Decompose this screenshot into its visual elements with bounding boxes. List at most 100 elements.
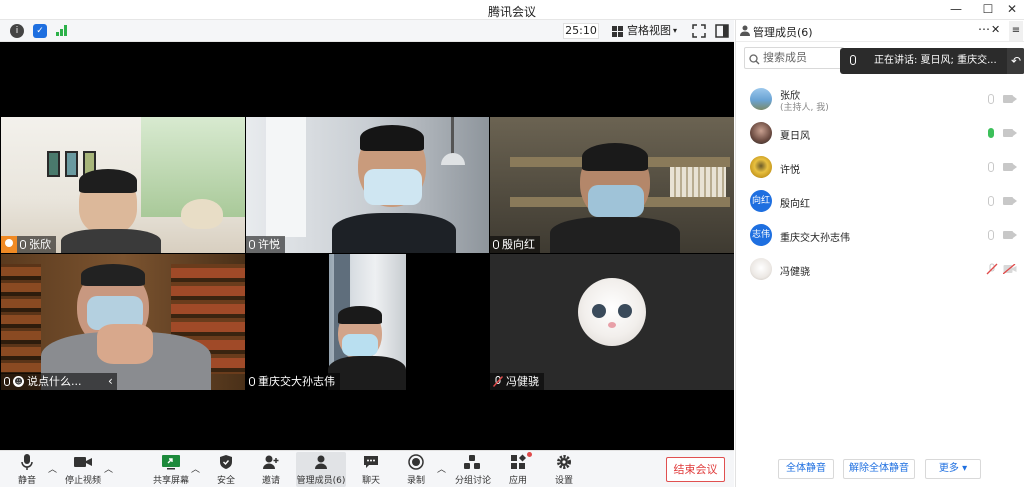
avatar: 志伟 (750, 224, 772, 246)
chat-input-placeholder[interactable]: 说点什么... (27, 373, 99, 390)
invite-button[interactable]: 邀请 (259, 453, 283, 486)
camera-icon[interactable] (1003, 231, 1017, 239)
avatar (750, 156, 772, 178)
microphone-icon (20, 240, 26, 249)
video-tile[interactable]: 重庆交大孙志伟 (246, 254, 489, 390)
stop-video-button[interactable]: 停止视频 (65, 453, 101, 486)
chat-input-overlay[interactable]: ☻ 说点什么... ‹ (1, 373, 117, 390)
participant-tag: 冯健骁 (490, 373, 544, 390)
microphone-icon[interactable] (988, 162, 994, 172)
notification-dot (527, 452, 532, 457)
panel-title: 管理成员(6) (753, 26, 813, 39)
microphone-muted-icon[interactable] (986, 263, 998, 278)
breakout-icon (455, 453, 489, 471)
microphone-icon[interactable] (988, 94, 994, 104)
participant-name: 冯健骁 (506, 375, 539, 388)
camera-icon[interactable] (1003, 95, 1017, 103)
participant-name: 许悦 (258, 238, 280, 251)
microphone-icon[interactable] (988, 230, 994, 240)
participant-name: 张欣 (29, 238, 51, 251)
member-row[interactable]: 张欣 (主持人, 我) (736, 82, 1024, 116)
video-tile[interactable]: 许悦 (246, 117, 489, 253)
chevron-left-icon[interactable]: ‹ (108, 373, 113, 390)
chevron-up-icon[interactable]: ︿ (437, 462, 446, 475)
shield-icon[interactable]: ✓ (33, 24, 47, 38)
chevron-down-icon: ▾ (672, 26, 677, 35)
emoji-icon[interactable]: ☻ (13, 376, 24, 387)
meeting-toolbar: 静音 ︿ 停止视频 ︿ 共享屏幕 ︿ 安全 邀请 管理成员(6) 聊天 录制 ︿… (0, 450, 734, 487)
participant-tag: 重庆交大孙志伟 (246, 373, 340, 390)
avatar (750, 88, 772, 110)
mute-button[interactable]: 静音 (14, 453, 40, 486)
sidebar-toggle-icon[interactable] (715, 24, 729, 38)
chevron-up-icon[interactable]: ︿ (191, 462, 200, 475)
menu-icon[interactable]: ≡ (1009, 21, 1023, 41)
search-icon (749, 52, 760, 72)
search-input[interactable]: 搜索成员 (744, 47, 844, 69)
add-user-icon (259, 453, 283, 471)
camera-icon (65, 453, 101, 471)
video-tile[interactable]: 殷向红 (490, 117, 734, 253)
microphone-icon[interactable] (988, 196, 994, 206)
unmute-all-button[interactable]: 解除全体静音 (843, 459, 915, 479)
participant-name: 重庆交大孙志伟 (258, 375, 335, 388)
fullscreen-icon[interactable] (692, 24, 706, 38)
shield-icon (214, 453, 238, 471)
security-button[interactable]: 安全 (214, 453, 238, 486)
participant-tag: 殷向红 (490, 236, 540, 253)
minimize-icon[interactable]: — (948, 2, 964, 16)
microphone-icon (14, 453, 40, 471)
manage-members-button[interactable]: 管理成员(6) (296, 452, 346, 487)
reply-icon[interactable]: ↶ (1007, 48, 1024, 74)
video-tile[interactable]: 冯健骁 (490, 254, 734, 390)
member-row[interactable]: 许悦 (736, 150, 1024, 184)
close-icon[interactable]: ✕ (991, 23, 1000, 36)
chat-icon (360, 453, 382, 471)
speaking-indicator: 正在讲话: 夏日风; 重庆交... ↶ (840, 48, 1024, 74)
video-tile[interactable]: ☻ 说点什么... ‹ (1, 254, 245, 390)
record-icon (405, 453, 427, 471)
share-screen-icon (153, 453, 189, 471)
member-row[interactable]: 夏日风 (736, 116, 1024, 150)
avatar: 向红 (750, 190, 772, 212)
camera-icon[interactable] (1003, 163, 1017, 171)
member-row[interactable]: 志伟 重庆交大孙志伟 (736, 218, 1024, 252)
end-meeting-button[interactable]: 结束会议 (666, 457, 725, 482)
participant-tag: 张欣 (1, 236, 56, 253)
camera-icon[interactable] (1003, 197, 1017, 205)
grid-view-label: 宫格视图 (627, 24, 671, 37)
microphone-icon (4, 377, 10, 386)
users-icon (296, 453, 346, 471)
apps-icon (506, 452, 532, 471)
panel-header: 管理成员(6) ⋯ ✕ ≡ (736, 20, 1024, 42)
member-row[interactable]: 冯健骁 (736, 252, 1024, 286)
more-options-icon[interactable]: ⋯ (978, 22, 990, 36)
mute-all-button[interactable]: 全体静音 (778, 459, 834, 479)
apps-button[interactable]: 应用 (506, 452, 532, 486)
window-title: 腾讯会议 (487, 5, 536, 19)
microphone-icon (493, 240, 499, 249)
member-row[interactable]: 向红 殷向红 (736, 184, 1024, 218)
title-bar: 腾讯会议 — ☐ ✕ (0, 0, 1024, 20)
video-tile[interactable]: 张欣 (1, 117, 245, 253)
grid-icon (612, 26, 623, 37)
info-icon[interactable]: i (10, 24, 24, 38)
maximize-icon[interactable]: ☐ (980, 2, 996, 16)
share-screen-button[interactable]: 共享屏幕 (153, 453, 189, 486)
settings-button[interactable]: 设置 (552, 453, 576, 486)
signal-icon[interactable] (56, 25, 67, 36)
camera-icon[interactable] (1003, 129, 1017, 137)
microphone-icon (249, 240, 255, 249)
chevron-up-icon[interactable]: ︿ (48, 462, 57, 475)
more-button[interactable]: 更多 ▾ (925, 459, 981, 479)
meeting-timer: 25:10 (563, 23, 599, 39)
record-button[interactable]: 录制 (405, 453, 427, 486)
microphone-active-icon[interactable] (988, 128, 994, 138)
avatar (750, 122, 772, 144)
chat-button[interactable]: 聊天 (360, 453, 382, 486)
breakout-button[interactable]: 分组讨论 (455, 453, 491, 486)
close-icon[interactable]: ✕ (1004, 2, 1020, 16)
grid-view-dropdown[interactable]: 宫格视图 ▾ (609, 23, 683, 39)
chevron-up-icon[interactable]: ︿ (104, 462, 113, 475)
camera-off-icon[interactable] (1002, 263, 1017, 277)
